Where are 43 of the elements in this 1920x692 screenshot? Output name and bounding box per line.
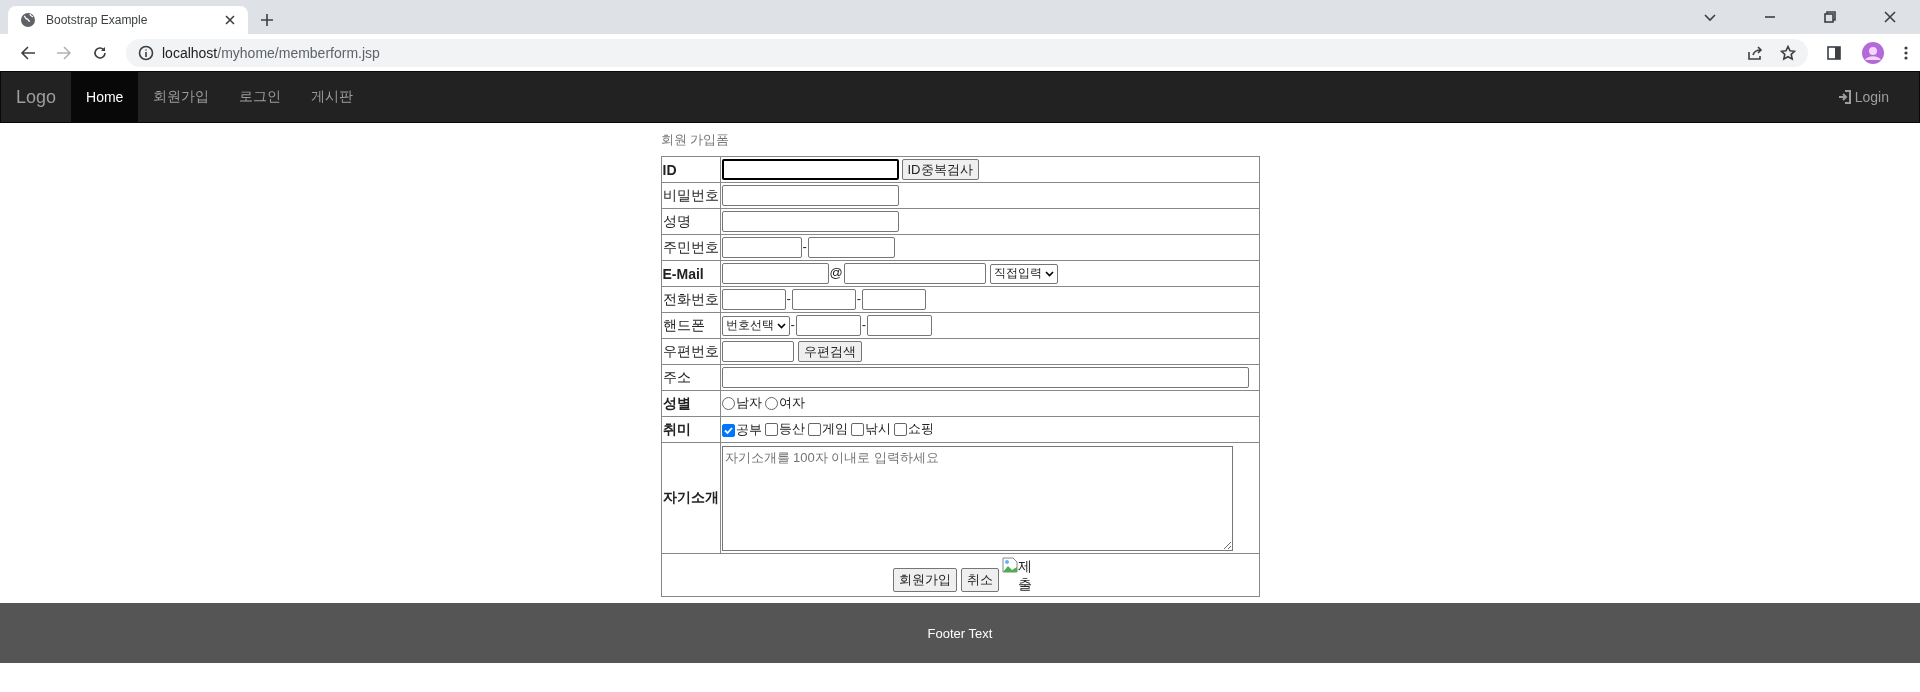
dropdown[interactable]: 번호선택 — [721, 315, 790, 336]
nav-link[interactable]: 로그인 — [224, 72, 297, 122]
form-title: 회원 가입폼 — [660, 131, 731, 149]
field-label: ID — [661, 156, 720, 183]
login-link[interactable]: Login — [1822, 72, 1919, 122]
field-label: 성별 — [661, 390, 720, 417]
option-label: 게임 — [821, 420, 848, 438]
text-area[interactable]: 자기소개를 100자 이내로 입력하세요 — [721, 445, 1233, 551]
separator-text: - — [790, 316, 795, 332]
button[interactable]: ID중복검사 — [901, 159, 979, 180]
button[interactable]: 취소 — [960, 568, 999, 592]
option-label: 쇼핑 — [907, 420, 934, 438]
field-label: 핸드폰 — [661, 312, 720, 339]
brand-link[interactable]: Logo — [1, 72, 72, 122]
separator-text: - — [856, 290, 862, 306]
button[interactable]: 회원가입 — [892, 568, 957, 592]
nav-link[interactable]: Home — [71, 72, 139, 122]
field-label: 주소 — [661, 364, 720, 391]
browser-tab[interactable]: Bootstrap Example — [8, 6, 248, 34]
field-label: 비밀번호 — [661, 182, 720, 209]
field-label: 전화번호 — [661, 286, 720, 313]
option-label: 등산 — [778, 420, 805, 438]
option-label: 낚시 — [864, 420, 891, 438]
option-label: 여자 — [778, 394, 805, 413]
field-label: 우편번호 — [661, 338, 720, 365]
separator-text: - — [861, 316, 867, 332]
nav-link[interactable]: 게시판 — [296, 72, 369, 122]
option-label: 공부 — [735, 421, 762, 439]
option-label: 남자 — [735, 394, 762, 413]
field-label: 자기소개 — [661, 442, 720, 554]
field-label: 주민번호 — [661, 234, 720, 261]
nav-link[interactable]: 회원가입 — [138, 72, 225, 122]
image-alt-text: 제출 — [1017, 557, 1032, 593]
separator-text: - — [802, 238, 807, 254]
field-label: E-Mail — [661, 260, 720, 287]
button[interactable]: 우편검색 — [797, 341, 862, 362]
address-bar[interactable]: localhost/myhome/memberform.jsp — [126, 38, 1808, 67]
footer-text: Footer Text — [927, 625, 993, 641]
separator-text: @ — [829, 264, 843, 280]
field-label: 취미 — [661, 416, 720, 443]
dropdown[interactable]: 직접입력 — [989, 263, 1058, 284]
separator-text: - — [786, 290, 791, 306]
field-label: 성명 — [661, 208, 720, 235]
